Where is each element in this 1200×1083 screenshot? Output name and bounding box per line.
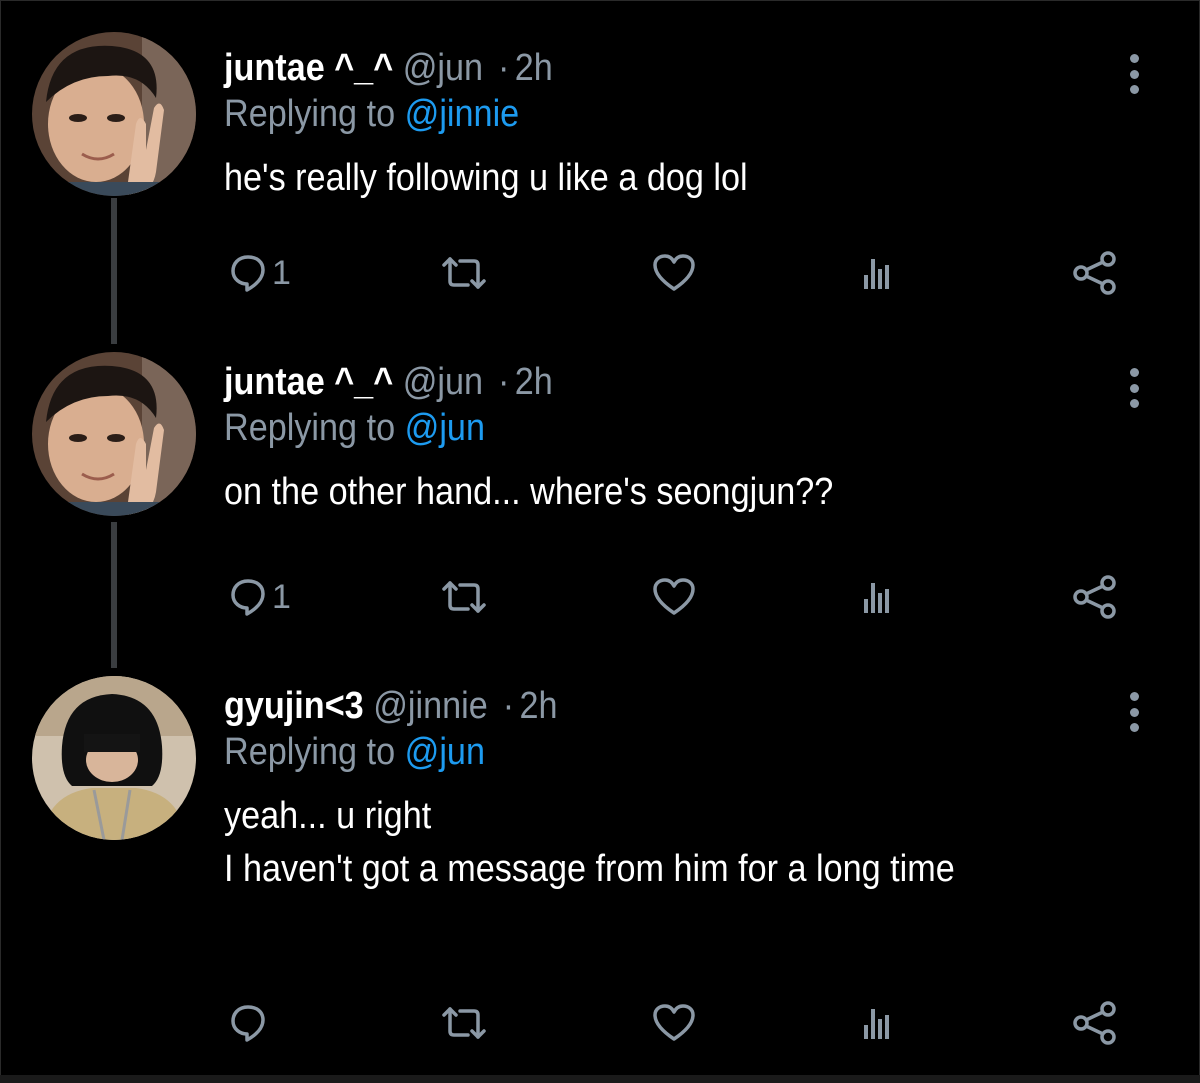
juntae-avatar-image — [32, 32, 196, 196]
timestamp[interactable]: 2h — [519, 685, 557, 727]
heart-icon — [653, 254, 695, 291]
analytics-button[interactable] — [862, 248, 892, 298]
separator: · — [502, 685, 515, 727]
analytics-icon — [864, 259, 889, 289]
retweet-icon — [442, 1007, 486, 1039]
avatar[interactable] — [32, 352, 196, 516]
replying-to: Replying to @jinnie — [224, 90, 519, 138]
user-handle[interactable]: @jun — [403, 47, 483, 89]
analytics-icon — [864, 583, 889, 613]
analytics-button[interactable] — [862, 998, 892, 1048]
share-icon — [1073, 575, 1116, 619]
reply-count: 1 — [272, 578, 291, 616]
replying-to: Replying to @jun — [224, 728, 485, 776]
share-icon — [1073, 251, 1116, 295]
more-options-icon[interactable] — [1122, 692, 1146, 732]
timestamp[interactable]: 2h — [515, 361, 553, 403]
like-button[interactable] — [652, 248, 696, 298]
retweet-button[interactable] — [440, 572, 488, 622]
action-bar — [0, 998, 1200, 1048]
more-options-icon[interactable] — [1122, 54, 1146, 94]
tweet-text: yeah... u right I haven't got a message … — [224, 795, 955, 890]
tweet[interactable]: juntae ^_^ @jun · 2h Replying to @jun on … — [0, 352, 1200, 658]
share-icon — [1073, 1001, 1116, 1045]
timestamp[interactable]: 2h — [515, 47, 553, 89]
replying-to: Replying to @jun — [224, 404, 485, 452]
bottom-divider — [0, 1075, 1200, 1083]
more-options-icon[interactable] — [1122, 368, 1146, 408]
share-button[interactable] — [1072, 572, 1118, 622]
user-handle[interactable]: @jun — [403, 361, 483, 403]
separator: · — [497, 47, 510, 89]
analytics-icon — [864, 1009, 889, 1039]
avatar[interactable] — [32, 32, 196, 196]
avatar[interactable] — [32, 676, 196, 840]
display-name[interactable]: juntae ^_^ — [224, 47, 393, 89]
separator: · — [497, 361, 510, 403]
tweet-header: juntae ^_^ @jun · 2h — [224, 358, 553, 406]
tweet-text: he's really following u like a dog lol — [224, 157, 748, 199]
reply-button[interactable] — [230, 998, 272, 1048]
action-bar: 1 — [0, 572, 1200, 622]
reply-icon — [231, 1005, 265, 1042]
reply-button[interactable]: 1 — [230, 572, 291, 622]
replying-prefix: Replying to — [224, 93, 396, 135]
mention-link[interactable]: @jun — [405, 407, 485, 449]
juntae-avatar-image — [32, 352, 196, 516]
share-button[interactable] — [1072, 248, 1118, 298]
reply-icon — [231, 255, 265, 292]
replying-prefix: Replying to — [224, 731, 396, 773]
share-button[interactable] — [1072, 998, 1118, 1048]
retweet-button[interactable] — [440, 998, 488, 1048]
retweet-icon — [442, 257, 486, 289]
retweet-icon — [442, 581, 486, 613]
like-button[interactable] — [652, 572, 696, 622]
reply-icon — [231, 579, 265, 616]
reply-count: 1 — [272, 254, 291, 292]
user-handle[interactable]: @jinnie — [373, 685, 488, 727]
heart-icon — [653, 1004, 695, 1041]
reply-button[interactable]: 1 — [230, 248, 291, 298]
analytics-button[interactable] — [862, 572, 892, 622]
like-button[interactable] — [652, 998, 696, 1048]
tweet-header: juntae ^_^ @jun · 2h — [224, 44, 553, 92]
tweet-header: gyujin<3 @jinnie · 2h — [224, 682, 558, 730]
gyujin-avatar-image — [32, 676, 196, 840]
mention-link[interactable]: @jinnie — [405, 93, 520, 135]
heart-icon — [653, 578, 695, 615]
retweet-button[interactable] — [440, 248, 488, 298]
tweet-text: on the other hand... where's seongjun?? — [224, 471, 834, 513]
display-name[interactable]: juntae ^_^ — [224, 361, 393, 403]
tweet[interactable]: juntae ^_^ @jun · 2h Replying to @jinnie … — [0, 32, 1200, 344]
action-bar: 1 — [0, 248, 1200, 298]
display-name[interactable]: gyujin<3 — [224, 685, 364, 727]
replying-prefix: Replying to — [224, 407, 396, 449]
mention-link[interactable]: @jun — [405, 731, 485, 773]
tweet[interactable]: gyujin<3 @jinnie · 2h Replying to @jun ye… — [0, 676, 1200, 1062]
